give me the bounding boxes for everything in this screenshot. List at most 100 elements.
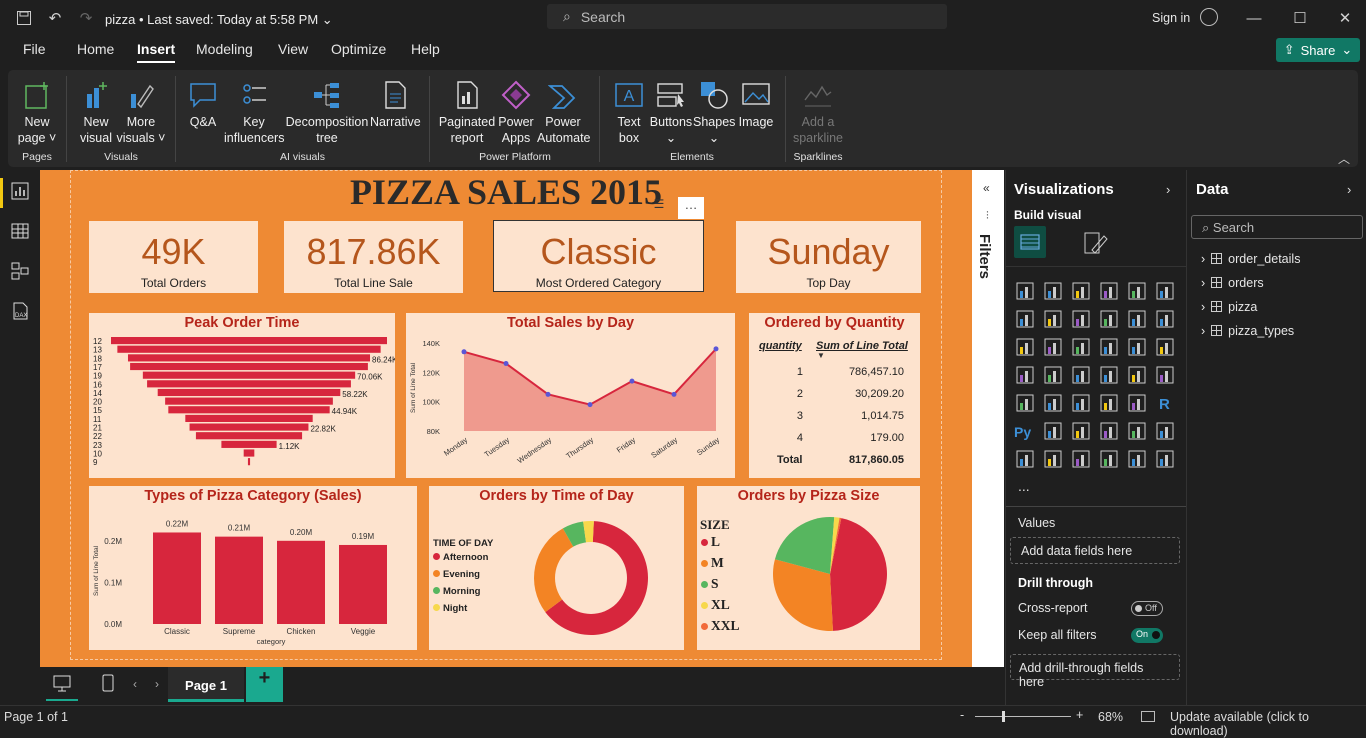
- column-header-quantity[interactable]: quantity: [759, 340, 802, 352]
- visual-type-icon[interactable]: [1154, 308, 1176, 330]
- menu-optimize[interactable]: Optimize: [331, 41, 386, 63]
- decomposition-tree-button[interactable]: Decomposition tree: [285, 80, 369, 146]
- redo-icon[interactable]: ↷: [76, 8, 96, 28]
- image-button[interactable]: Image: [736, 80, 776, 130]
- visual-type-icon[interactable]: [1042, 308, 1064, 330]
- buttons-button[interactable]: Buttons ⌄: [649, 80, 693, 146]
- visual-type-icon[interactable]: [1014, 392, 1036, 414]
- data-table-item[interactable]: › order_details: [1201, 252, 1300, 266]
- fit-to-page-icon[interactable]: [1141, 711, 1155, 722]
- add-sparkline-button[interactable]: Add a sparkline: [790, 80, 846, 146]
- visual-type-icon[interactable]: [1042, 336, 1064, 358]
- visual-type-icon[interactable]: [1042, 392, 1064, 414]
- desktop-layout-icon[interactable]: [46, 667, 78, 701]
- narrative-button[interactable]: Narrative: [370, 80, 421, 130]
- visual-type-icon[interactable]: [1070, 364, 1092, 386]
- kpi-card-top-day[interactable]: Sunday Top Day: [736, 221, 921, 293]
- visual-type-icon[interactable]: [1126, 392, 1148, 414]
- visual-type-icon[interactable]: [1098, 364, 1120, 386]
- shapes-button[interactable]: Shapes ⌄: [693, 80, 735, 146]
- collapse-ribbon-icon[interactable]: ︿: [1338, 150, 1350, 167]
- time-of-day-card[interactable]: Orders by Time of Day TIME OF DAY Aftern…: [429, 486, 684, 650]
- more-visuals-ellipsis[interactable]: ...: [1018, 478, 1030, 494]
- update-available-link[interactable]: Update available (click to download): [1170, 710, 1366, 738]
- maximize-icon[interactable]: ☐: [1290, 8, 1310, 28]
- legend-item[interactable]: XXL: [701, 618, 740, 634]
- visual-type-icon[interactable]: [1154, 280, 1176, 302]
- visual-type-icon[interactable]: [1126, 448, 1148, 470]
- visual-type-icon[interactable]: [1014, 308, 1036, 330]
- visual-type-icon[interactable]: [1042, 364, 1064, 386]
- format-visual-icon[interactable]: [1082, 230, 1108, 256]
- model-view-icon[interactable]: [11, 262, 29, 280]
- save-icon[interactable]: [14, 8, 34, 28]
- column-header-sum[interactable]: Sum of Line Total: [816, 340, 908, 352]
- visual-type-icon[interactable]: [1154, 448, 1176, 470]
- table-view-icon[interactable]: [11, 222, 29, 240]
- legend-item[interactable]: Afternoon: [433, 552, 488, 563]
- visual-type-icon[interactable]: [1042, 280, 1064, 302]
- visual-type-icon[interactable]: [1098, 448, 1120, 470]
- total-sales-by-day-card[interactable]: Total Sales by Day 80K 100K 120K 140K Sum of…: [406, 313, 735, 478]
- report-view-icon[interactable]: [11, 182, 29, 200]
- kpi-card-total-orders[interactable]: 49K Total Orders: [89, 221, 258, 293]
- legend-item[interactable]: M: [701, 555, 724, 571]
- legend-item[interactable]: Morning: [433, 586, 480, 597]
- menu-view[interactable]: View: [278, 41, 308, 63]
- file-title[interactable]: pizza • Last saved: Today at 5:58 PM ⌄: [105, 12, 333, 28]
- visual-type-icon[interactable]: [1042, 420, 1064, 442]
- qa-button[interactable]: Q&A: [183, 80, 223, 130]
- zoom-in-icon[interactable]: +: [1076, 708, 1083, 722]
- visual-type-icon[interactable]: [1070, 336, 1092, 358]
- menu-file[interactable]: File: [23, 41, 46, 63]
- data-search-input[interactable]: ⌕ Search: [1191, 215, 1363, 239]
- ordered-by-quantity-card[interactable]: Ordered by Quantity quantity Sum of Line…: [749, 313, 920, 478]
- keep-filters-toggle[interactable]: On: [1131, 628, 1163, 643]
- kpi-card-most-ordered-category[interactable]: Classic Most Ordered Category: [493, 220, 704, 292]
- visual-type-icon[interactable]: [1126, 308, 1148, 330]
- zoom-out-icon[interactable]: -: [960, 708, 964, 722]
- new-visual-button[interactable]: New visual: [76, 80, 116, 146]
- visual-type-icon[interactable]: [1126, 280, 1148, 302]
- visual-type-icon[interactable]: [1154, 364, 1176, 386]
- visual-type-icon[interactable]: [1014, 336, 1036, 358]
- zoom-slider[interactable]: [975, 716, 1071, 717]
- add-drill-through-well[interactable]: Add drill-through fields here: [1010, 654, 1180, 689]
- visual-type-icon[interactable]: [1014, 364, 1036, 386]
- visual-type-icon[interactable]: [1070, 420, 1092, 442]
- add-data-fields-well[interactable]: Add data fields here: [1010, 537, 1180, 564]
- build-visual-tab[interactable]: [1014, 226, 1046, 258]
- paginated-report-button[interactable]: Paginated report: [437, 80, 497, 146]
- visual-type-icon[interactable]: Py: [1014, 420, 1036, 442]
- key-influencers-button[interactable]: Key influencers: [224, 80, 284, 146]
- visual-type-icon[interactable]: [1098, 280, 1120, 302]
- dax-query-icon[interactable]: DAX: [11, 302, 29, 320]
- legend-item[interactable]: L: [701, 534, 720, 550]
- add-page-button[interactable]: +: [246, 667, 283, 702]
- search-input[interactable]: ⌕ Search: [547, 4, 947, 29]
- avatar-icon[interactable]: [1200, 8, 1218, 26]
- kpi-card-total-line-sale[interactable]: 817.86K Total Line Sale: [284, 221, 463, 293]
- menu-modeling[interactable]: Modeling: [196, 41, 253, 63]
- data-table-item[interactable]: › pizza_types: [1201, 324, 1294, 338]
- pizza-size-card[interactable]: Orders by Pizza Size SIZE L M S XL XXL: [697, 486, 920, 650]
- visual-type-icon[interactable]: [1098, 336, 1120, 358]
- more-options-icon[interactable]: …: [678, 197, 704, 219]
- visual-type-icon[interactable]: [1126, 420, 1148, 442]
- legend-item[interactable]: Night: [433, 603, 467, 614]
- visual-type-icon[interactable]: [1070, 392, 1092, 414]
- filter-icon[interactable]: ☰: [649, 197, 669, 215]
- page-tab-1[interactable]: Page 1: [168, 667, 244, 702]
- collapse-filters-icon[interactable]: «: [983, 181, 990, 195]
- power-automate-button[interactable]: Power Automate: [537, 80, 591, 146]
- visual-type-icon[interactable]: [1042, 448, 1064, 470]
- legend-item[interactable]: S: [701, 576, 719, 592]
- visual-type-icon[interactable]: [1126, 336, 1148, 358]
- next-page-icon[interactable]: ›: [155, 677, 159, 691]
- mobile-layout-icon[interactable]: [92, 667, 124, 701]
- visual-type-icon[interactable]: [1126, 364, 1148, 386]
- legend-item[interactable]: XL: [701, 597, 730, 613]
- visual-type-icon[interactable]: [1070, 448, 1092, 470]
- expand-right-icon[interactable]: ›: [1347, 182, 1351, 197]
- share-button[interactable]: ⇪ Share ⌄: [1276, 38, 1360, 62]
